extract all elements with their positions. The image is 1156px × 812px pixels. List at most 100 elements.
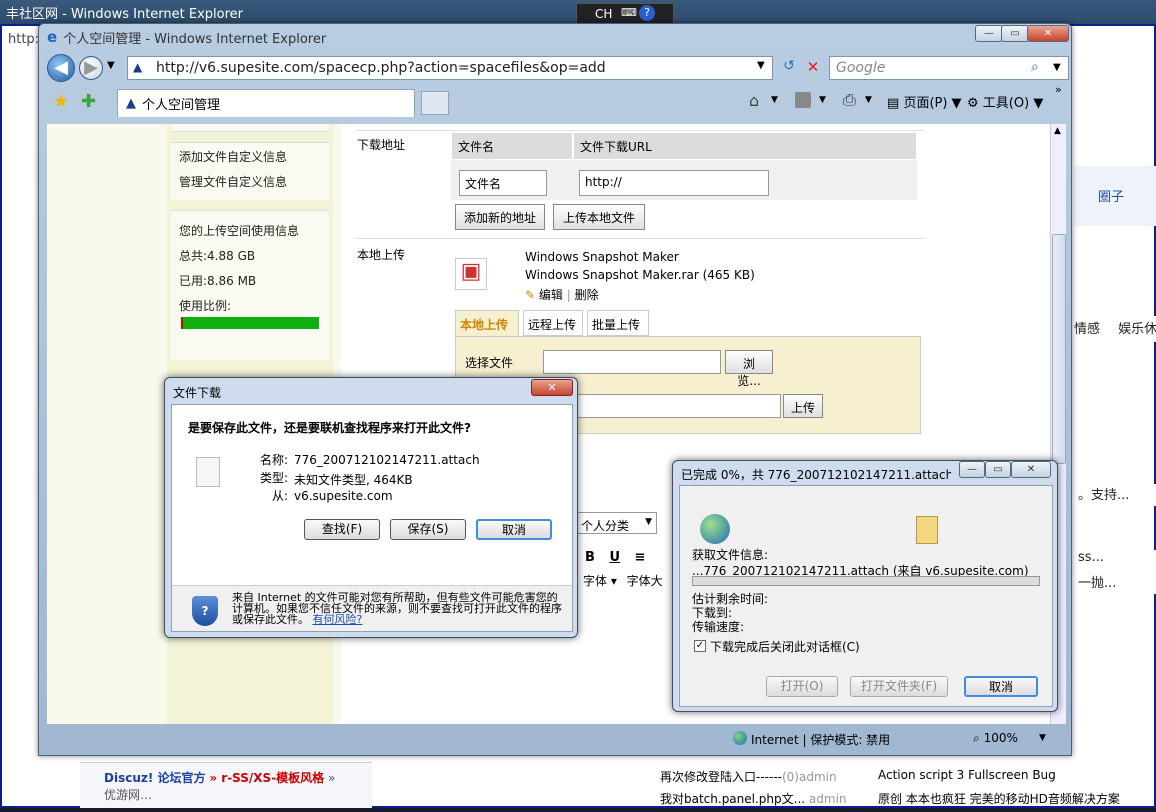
zoom-dropdown-icon[interactable]: ▼ — [1039, 733, 1046, 743]
scroll-up-icon[interactable]: ▲ — [1054, 126, 1061, 136]
action-script-link[interactable]: Action script 3 Fullscreen Bug — [878, 768, 1154, 790]
bold-button[interactable]: B — [585, 550, 595, 565]
align-icon[interactable]: ≡ — [635, 550, 646, 565]
delete-link[interactable]: 删除 — [575, 288, 599, 302]
list-item[interactable]: 我对batch.panel.php文... admin — [660, 790, 868, 812]
upload-local-file-button[interactable]: 上传本地文件 — [553, 204, 645, 230]
risk-link[interactable]: 有何风险? — [313, 613, 363, 626]
save-button[interactable]: 保存(S) — [390, 519, 466, 540]
close-button[interactable]: ✕ — [1027, 25, 1069, 42]
sidebar-item-manage-custom[interactable]: 管理文件自定义信息 — [171, 168, 329, 193]
tab-local-upload[interactable]: 本地上传 — [455, 310, 519, 336]
custom-info-menu: 添加文件自定义信息 管理文件自定义信息 — [171, 142, 329, 200]
tools-menu[interactable]: ⚙ 工具(O) ▼ — [967, 92, 1043, 111]
scrollbar-thumb[interactable] — [1052, 234, 1066, 464]
template-link[interactable]: » r-SS/XS-模板风格 — [209, 771, 324, 785]
browse-button[interactable]: 浏览... — [725, 350, 773, 388]
globe-icon — [700, 514, 730, 544]
filename-field[interactable]: 文件名 — [459, 170, 547, 196]
magnifier-icon: ⌕ — [973, 731, 980, 745]
keyboard-icon[interactable]: ⌨ — [621, 6, 637, 19]
hd-audio-link[interactable]: 原创 本本也疯狂 完美的移动HD音频解决方案 — [878, 790, 1154, 812]
download-progress-dialog: 已完成 0%，共 776_200712102147211.attach (...… — [672, 460, 1058, 712]
back-button[interactable]: ◀ — [47, 54, 75, 82]
refresh-icon[interactable]: ↺ — [779, 58, 799, 78]
feeds-dropdown-icon[interactable]: ▼ — [819, 95, 826, 105]
security-zone[interactable]: Internet | 保护模式: 禁用 — [751, 731, 890, 748]
new-tab-button[interactable] — [421, 91, 449, 115]
language-label: CH — [595, 7, 613, 21]
tab-favicon-icon: ▲ — [126, 96, 136, 111]
dialog-close-button[interactable]: ✕ — [531, 379, 573, 396]
find-button[interactable]: 查找(F) — [304, 519, 380, 540]
file-description-input[interactable] — [543, 394, 781, 418]
address-dropdown-icon[interactable]: ▼ — [757, 60, 765, 71]
language-bar[interactable]: CH ⌨ ? — [576, 3, 674, 25]
category-select[interactable]: 个人分类 ▼ — [575, 512, 657, 534]
file-title: Windows Snapshot Maker — [525, 250, 679, 264]
cancel-download-button[interactable]: 取消 — [964, 676, 1038, 697]
home-icon[interactable]: ⌂ — [749, 91, 759, 110]
font-size-select[interactable]: 字体大 — [627, 574, 663, 588]
add-address-button[interactable]: 添加新的地址 — [455, 204, 545, 230]
background-address-fragment: http: — [8, 32, 40, 47]
home-dropdown-icon[interactable]: ▼ — [771, 95, 778, 105]
url-field[interactable]: http:// — [579, 170, 769, 196]
close-button[interactable]: ✕ — [1011, 461, 1051, 478]
favorites-star-icon[interactable]: ★ — [53, 91, 69, 112]
help-icon[interactable]: ? — [639, 5, 655, 21]
editor-toolbar: B U ≡ — [585, 550, 645, 565]
usage-title: 您的上传空间使用信息 — [179, 224, 300, 238]
search-dropdown-icon[interactable]: ▼ — [1053, 62, 1061, 73]
local-upload-label: 本地上传 — [357, 248, 406, 262]
edit-icon: ✎ — [525, 288, 536, 302]
edit-link[interactable]: 编辑 — [539, 288, 563, 302]
add-favorites-icon[interactable]: ✚ — [81, 91, 96, 112]
sidebar-item-add-custom[interactable]: 添加文件自定义信息 — [171, 143, 329, 168]
back-nav-emotion[interactable]: 情感 — [1074, 322, 1100, 337]
open-folder-button[interactable]: 打开文件夹(F) — [850, 676, 948, 697]
tab-remote-upload[interactable]: 远程上传 — [523, 310, 583, 336]
usage-used: 已用:8.86 MB — [179, 274, 257, 288]
print-dropdown-icon[interactable]: ▼ — [865, 95, 872, 105]
maximize-button[interactable]: ▭ — [985, 461, 1011, 478]
discuz-link[interactable]: Discuz! 论坛官方 — [104, 771, 206, 785]
zoom-level[interactable]: ⌕ 100% — [973, 731, 1018, 746]
list-item[interactable]: 再次修改登陆入口------(0)admin — [660, 768, 868, 790]
status-bar: Internet | 保护模式: 禁用 ⌕ 100% ▼ — [45, 727, 1067, 751]
upload-button[interactable]: 上传 — [783, 394, 823, 418]
tab-personal-space[interactable]: ▲ 个人空间管理 — [117, 89, 415, 117]
speed-label: 传输速度: — [692, 620, 745, 634]
file-path-input[interactable] — [543, 350, 721, 374]
history-dropdown-icon[interactable]: ▼ — [107, 60, 115, 71]
address-input[interactable]: http://v6.supesite.com/spacecp.php?actio… — [127, 56, 773, 80]
page-icon: ▤ — [887, 96, 900, 111]
feeds-icon[interactable] — [795, 92, 811, 108]
cancel-button[interactable]: 取消 — [476, 519, 552, 540]
usage-box: 您的上传空间使用信息 总共:4.88 GB 已用:8.86 MB 使用比例: — [171, 210, 329, 360]
getting-info-label: 获取文件信息: — [692, 548, 769, 562]
name-label: 名称: — [259, 453, 288, 467]
maximize-button[interactable]: ▭ — [1001, 25, 1029, 42]
tab-batch-upload[interactable]: 批量上传 — [587, 310, 649, 336]
underline-button[interactable]: U — [609, 550, 620, 565]
back-nav-circle[interactable]: 圈子 — [1074, 166, 1156, 226]
stop-icon[interactable]: ✕ — [803, 58, 823, 78]
search-icon[interactable]: ⌕ — [1031, 59, 1039, 75]
forward-button[interactable]: ▶ — [79, 56, 103, 80]
back-nav-entertainment[interactable]: 娱乐休 — [1118, 322, 1156, 337]
minimize-button[interactable]: — — [959, 461, 985, 478]
font-select[interactable]: 字体 — [583, 574, 607, 588]
usage-progress-bar — [181, 317, 319, 329]
back-snippet-3: 一抛... — [1074, 572, 1156, 594]
print-icon[interactable]: ⎙ — [843, 90, 856, 110]
page-menu[interactable]: ▤ 页面(P) ▼ — [887, 92, 962, 111]
close-on-complete-checkbox[interactable]: ✓ — [694, 640, 706, 652]
open-button[interactable]: 打开(O) — [766, 676, 838, 697]
ie-logo-icon: e — [47, 28, 58, 46]
usage-ratio-label: 使用比例: — [179, 299, 232, 313]
chevron-more-icon[interactable]: » — [1055, 83, 1062, 96]
minimize-button[interactable]: — — [975, 25, 1003, 42]
back-bottom-links: Discuz! 论坛官方 » r-SS/XS-模板风格 » 优游网… — [80, 762, 372, 808]
file-download-dialog: 文件下载 ✕ 是要保存此文件，还是要联机查找程序来打开此文件? 名称: 776_… — [164, 377, 578, 638]
